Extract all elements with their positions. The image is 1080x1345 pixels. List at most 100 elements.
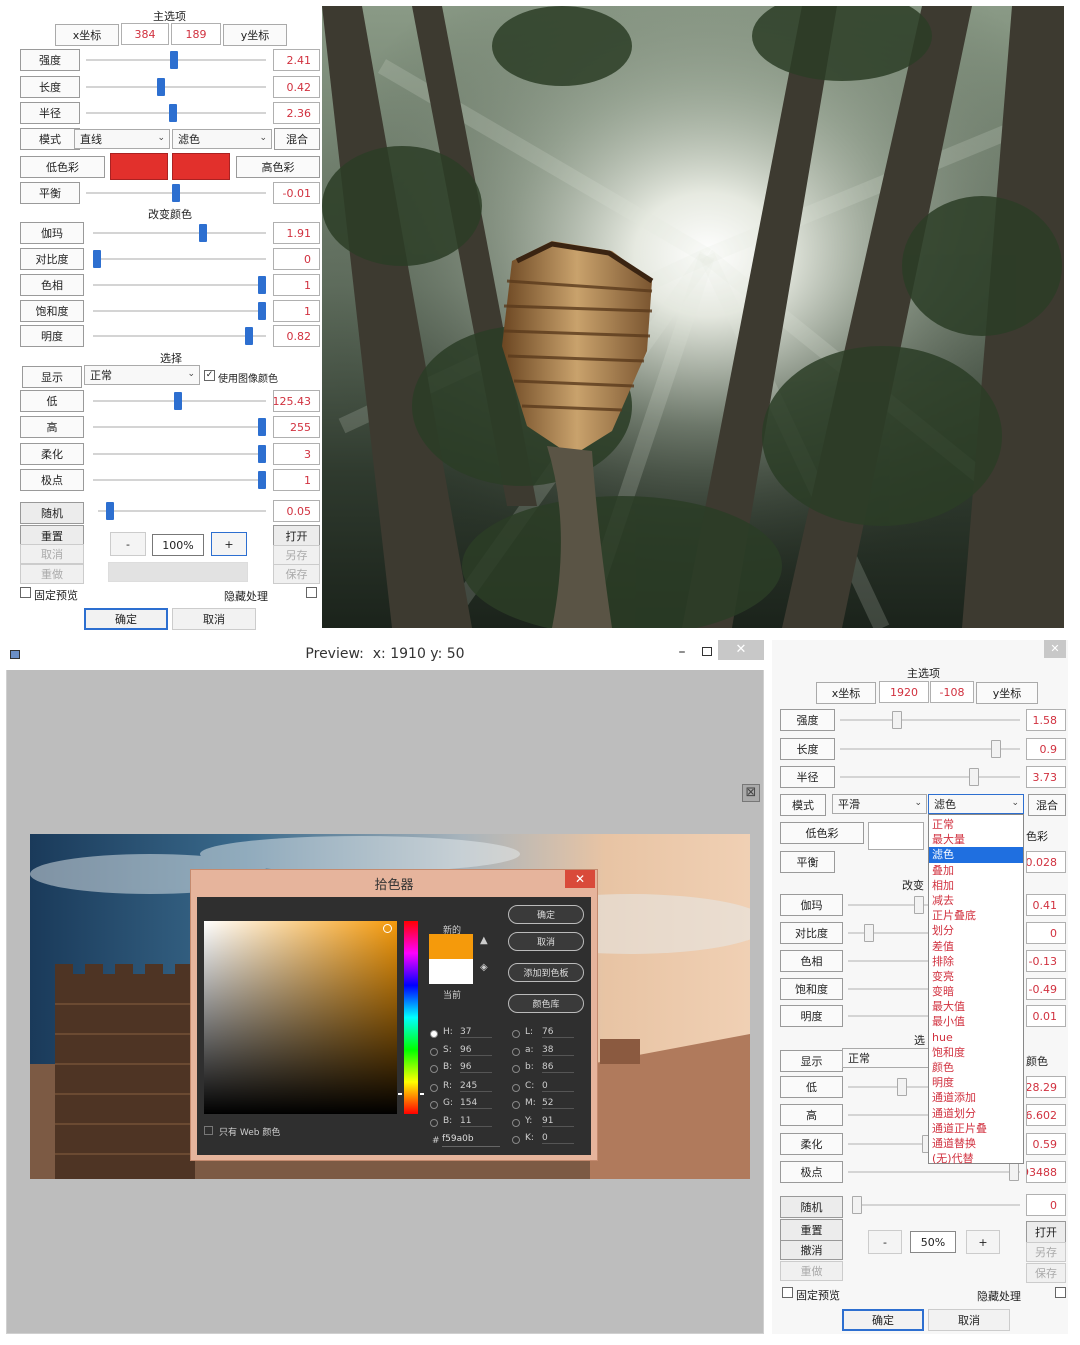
save-as-button[interactable]: 另存 xyxy=(273,545,320,565)
blend-select[interactable]: 滤色 ⌄ xyxy=(928,794,1024,814)
color-field-value[interactable]: 37 xyxy=(460,1027,492,1038)
slider-thumb[interactable] xyxy=(892,711,902,729)
save-button[interactable]: 保存 xyxy=(273,564,320,584)
zoom-out-button[interactable]: - xyxy=(110,532,146,556)
undo-button[interactable]: 取消 xyxy=(20,544,84,564)
zoom-out-button[interactable]: - xyxy=(868,1230,902,1254)
color-field-value[interactable]: 91 xyxy=(542,1116,574,1127)
color-picker-close-button[interactable]: ✕ xyxy=(565,870,595,888)
color-mode-radio[interactable] xyxy=(512,1048,520,1056)
x-coordinate-input[interactable]: 384 xyxy=(121,23,169,45)
color-slider-value[interactable]: 1.91 xyxy=(273,222,320,244)
blend-mode-option[interactable]: 变暗 xyxy=(929,984,1023,999)
open-button[interactable]: 打开 xyxy=(1026,1221,1066,1243)
select-slider-thumb[interactable] xyxy=(174,392,182,410)
blend-mode-option[interactable]: 通道正片叠 xyxy=(929,1121,1023,1136)
color-slider-thumb[interactable] xyxy=(914,896,924,914)
blend-mode-option[interactable]: 通道替换 xyxy=(929,1136,1023,1151)
blend-mode-option[interactable]: 减去 xyxy=(929,893,1023,908)
select-slider-value[interactable]: 1 xyxy=(273,469,320,491)
blend-mode-option[interactable]: 最小值 xyxy=(929,1014,1023,1029)
color-field-value[interactable]: 0 xyxy=(542,1081,574,1092)
slider-thumb[interactable] xyxy=(991,740,1001,758)
fit-view-icon[interactable]: ⊠ xyxy=(742,784,760,802)
color-field-value[interactable]: 38 xyxy=(542,1045,574,1056)
color-mode-radio[interactable] xyxy=(512,1030,520,1038)
color-mode-radio[interactable] xyxy=(512,1101,520,1109)
color-field-value[interactable]: 245 xyxy=(460,1081,492,1092)
mode-select[interactable]: 直线 ⌄ xyxy=(74,129,170,149)
blend-mode-option[interactable]: 最大值 xyxy=(929,999,1023,1014)
high-color-swatch[interactable] xyxy=(172,153,230,180)
color-mode-radio[interactable] xyxy=(512,1119,520,1127)
color-slider-value[interactable]: -0.13 xyxy=(1026,950,1066,972)
hex-field[interactable]: f59a0b xyxy=(442,1134,500,1147)
save-as-button[interactable]: 另存 xyxy=(1026,1242,1066,1262)
select-slider-thumb[interactable] xyxy=(258,471,266,489)
fixed-preview-checkbox[interactable] xyxy=(782,1287,793,1298)
redo-button[interactable]: 重做 xyxy=(20,564,84,584)
color-mode-radio[interactable] xyxy=(512,1136,520,1144)
color-slider-thumb[interactable] xyxy=(93,250,101,268)
mode-select[interactable]: 平滑 ⌄ xyxy=(832,794,927,814)
select-slider-thumb[interactable] xyxy=(258,445,266,463)
blend-mode-option[interactable]: 饱和度 xyxy=(929,1045,1023,1060)
random-button[interactable]: 随机 xyxy=(20,502,84,524)
color-libraries-button[interactable]: 颜色库 xyxy=(508,994,584,1013)
slider-value[interactable]: 2.36 xyxy=(273,102,320,124)
color-field-value[interactable]: 0 xyxy=(542,1133,574,1144)
slider-thumb[interactable] xyxy=(969,768,979,786)
color-picker-ok-button[interactable]: 确定 xyxy=(508,905,584,924)
reset-button[interactable]: 重置 xyxy=(780,1219,843,1241)
select-slider-value[interactable]: 0.93488 xyxy=(1026,1161,1066,1183)
cancel-button[interactable]: 取消 xyxy=(172,608,256,630)
slider-value[interactable]: 0.42 xyxy=(273,76,320,98)
color-slider-value[interactable]: -0.49 xyxy=(1026,978,1066,1000)
slider-value[interactable]: 0.9 xyxy=(1026,738,1066,760)
color-field-value[interactable]: 96 xyxy=(460,1045,492,1056)
blend-mode-option[interactable]: hue xyxy=(929,1030,1023,1045)
color-slider-thumb[interactable] xyxy=(258,302,266,320)
blend-mode-option[interactable]: 相加 xyxy=(929,878,1023,893)
slider-value[interactable]: 3.73 xyxy=(1026,766,1066,788)
random-value[interactable]: 0.05 xyxy=(273,500,320,522)
hide-processing-checkbox[interactable] xyxy=(1055,1287,1066,1298)
select-slider-value[interactable]: 125.43 xyxy=(273,390,320,412)
select-slider-value[interactable]: 255 xyxy=(273,416,320,438)
fixed-preview-checkbox[interactable] xyxy=(20,587,31,598)
slider-value[interactable]: 1.58 xyxy=(1026,709,1066,731)
slider-thumb[interactable] xyxy=(169,104,177,122)
slider-thumb[interactable] xyxy=(170,51,178,69)
color-mode-radio[interactable] xyxy=(430,1065,438,1073)
blend-mode-option[interactable]: 滤色 xyxy=(929,847,1023,863)
color-field-value[interactable]: 76 xyxy=(542,1027,574,1038)
random-thumb[interactable] xyxy=(106,502,114,520)
color-mode-radio[interactable] xyxy=(512,1084,520,1092)
color-slider-thumb[interactable] xyxy=(258,276,266,294)
blend-mode-option[interactable]: (无)代替 xyxy=(929,1151,1023,1166)
color-slider-value[interactable]: 0 xyxy=(1026,922,1066,944)
low-color-swatch[interactable] xyxy=(868,822,924,850)
display-select[interactable]: 正常 ⌄ xyxy=(84,365,200,385)
open-button[interactable]: 打开 xyxy=(273,525,320,547)
balance-thumb[interactable] xyxy=(172,184,180,202)
color-mode-radio[interactable] xyxy=(430,1084,438,1092)
select-slider-value[interactable]: 28.29 xyxy=(1026,1076,1066,1098)
color-slider-value[interactable]: 1 xyxy=(273,300,320,322)
cancel-button[interactable]: 取消 xyxy=(928,1309,1010,1331)
color-mode-radio[interactable] xyxy=(430,1030,438,1038)
color-slider-thumb[interactable] xyxy=(864,924,874,942)
color-mode-radio[interactable] xyxy=(430,1048,438,1056)
add-to-swatches-button[interactable]: 添加到色板 xyxy=(508,963,584,982)
blend-mode-option[interactable]: 通道划分 xyxy=(929,1106,1023,1121)
zoom-field[interactable]: 100% xyxy=(152,534,204,556)
y-coordinate-input[interactable]: 189 xyxy=(171,23,221,45)
minimize-button[interactable]: – xyxy=(672,644,692,662)
close-button[interactable]: ✕ xyxy=(718,640,764,660)
low-color-swatch[interactable] xyxy=(110,153,168,180)
disabled-select[interactable] xyxy=(108,562,248,582)
color-slider-value[interactable]: 0.41 xyxy=(1026,894,1066,916)
color-field-value[interactable]: 154 xyxy=(460,1098,492,1109)
random-thumb[interactable] xyxy=(852,1196,862,1214)
random-value[interactable]: 0 xyxy=(1026,1194,1066,1216)
